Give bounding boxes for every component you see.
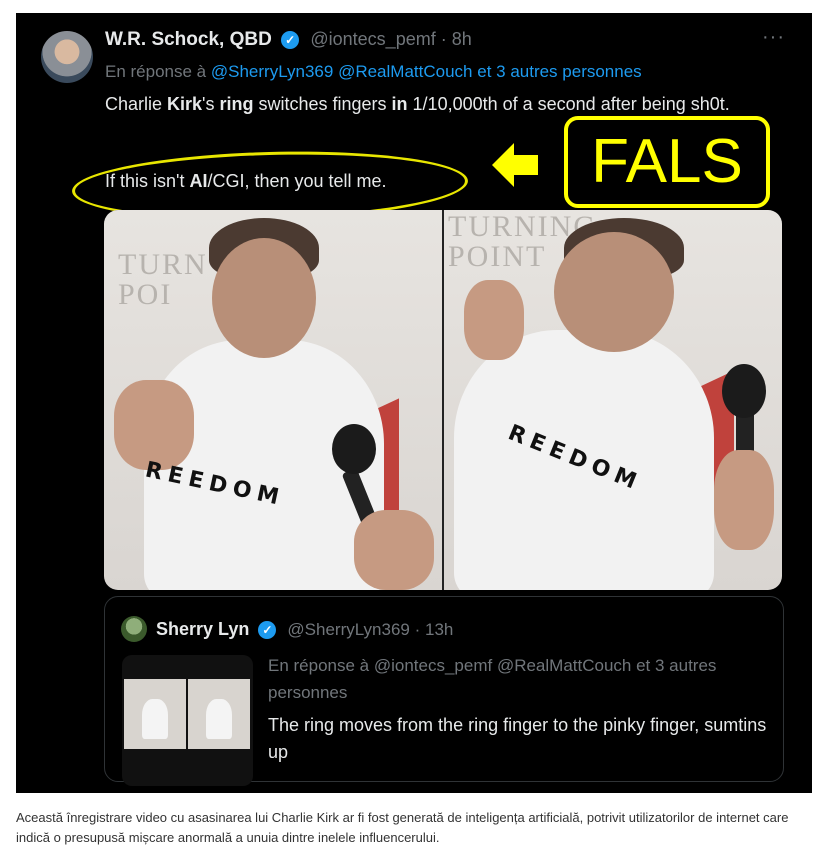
hand bbox=[114, 380, 194, 470]
more-options-icon[interactable]: ··· bbox=[762, 26, 785, 49]
microphone bbox=[332, 424, 376, 474]
thumbnail-frame bbox=[188, 679, 250, 749]
hand bbox=[464, 280, 524, 360]
quoted-video-thumbnail[interactable] bbox=[122, 655, 253, 786]
quoted-author-avatar[interactable] bbox=[121, 616, 147, 642]
quoted-handle-time[interactable]: @SherryLyn369 · 13h bbox=[287, 620, 453, 639]
fals-label: FALS bbox=[564, 116, 770, 208]
reply-prefix: En réponse à bbox=[105, 62, 207, 81]
quoted-reply-context: En réponse à @iontecs_pemf @RealMattCouc… bbox=[268, 656, 717, 702]
text-bold: in bbox=[391, 94, 408, 114]
text-part: 1/10,000th of a second after being sh0t. bbox=[407, 94, 730, 114]
video-frame-right: TURNING POINT REEDOM bbox=[444, 210, 782, 590]
arrow-left-icon bbox=[492, 143, 538, 187]
verified-badge-icon: ✓ bbox=[281, 30, 300, 49]
quoted-author-name[interactable]: Sherry Lyn bbox=[156, 619, 249, 639]
text-part: Charlie bbox=[105, 94, 168, 114]
head bbox=[554, 232, 674, 352]
reply-others-link[interactable]: et 3 autres personnes bbox=[477, 62, 641, 81]
reply-context: En réponse à @SherryLyn369 @RealMattCouc… bbox=[105, 62, 642, 82]
text-bold: ring bbox=[219, 94, 254, 114]
quoted-author-line: Sherry Lyn ✓ @SherryLyn369 · 13h bbox=[156, 619, 453, 640]
quoted-tweet-text: The ring moves from the ring finger to t… bbox=[268, 715, 767, 762]
image-caption: Această înregistrare video cu asasinarea… bbox=[16, 810, 789, 845]
verified-badge-icon: ✓ bbox=[258, 621, 277, 640]
author-handle-time[interactable]: @iontecs_pemf · 8h bbox=[310, 29, 471, 49]
logo-text: TURN POI bbox=[118, 248, 208, 311]
thumbnail-figure bbox=[142, 699, 168, 739]
thumbnail-frame bbox=[124, 679, 186, 749]
author-name[interactable]: W.R. Schock, QBD bbox=[105, 29, 272, 50]
microphone bbox=[722, 364, 766, 418]
head bbox=[212, 238, 316, 358]
hand bbox=[354, 510, 434, 590]
thumbnail-figure bbox=[206, 699, 232, 739]
text-part: switches fingers bbox=[253, 94, 392, 114]
reply-mentions[interactable]: @SherryLyn369 @RealMattCouch bbox=[211, 62, 473, 81]
video-media[interactable]: TURN POI REEDOM TURNING POINT REEDOM bbox=[104, 210, 782, 590]
text-bold: Kirk bbox=[167, 94, 203, 114]
author-line: W.R. Schock, QBD ✓ @iontecs_pemf · 8h bbox=[105, 29, 472, 51]
hand bbox=[714, 450, 774, 550]
tweet-text: Charlie Kirk's ring switches fingers in … bbox=[105, 91, 765, 117]
text-part: 's bbox=[202, 94, 220, 114]
author-avatar[interactable] bbox=[41, 31, 93, 83]
video-frame-left: TURN POI REEDOM bbox=[104, 210, 442, 590]
